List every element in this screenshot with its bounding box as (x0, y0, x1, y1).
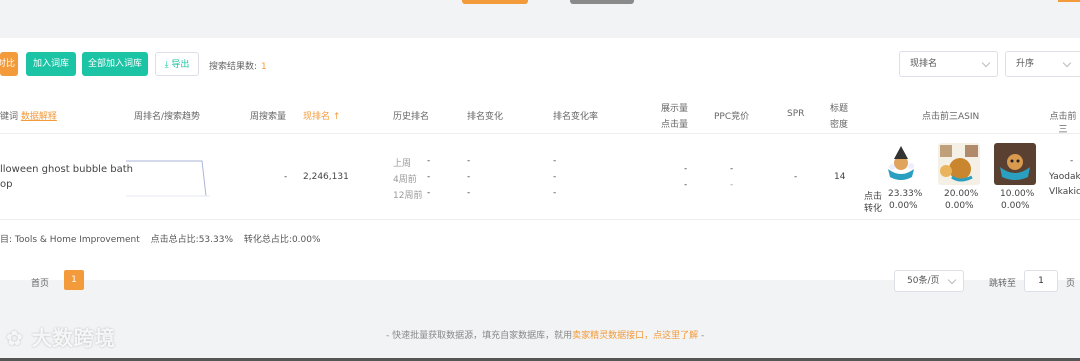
spr-value: - (794, 172, 798, 182)
page-1-button[interactable]: 1 (64, 270, 84, 290)
result-count-label: 搜索结果数: 1 (209, 62, 267, 72)
header-rank-change: 排名变化 (467, 112, 504, 122)
impressions-value: - (684, 164, 688, 174)
brand-name-2: Vlkakic (1049, 187, 1080, 197)
page-size-value: 50条/页 (907, 276, 940, 286)
rank-change-rate-value: - (553, 156, 557, 166)
first-page-link[interactable]: 首页 (31, 276, 49, 289)
keyword-line-2[interactable]: op (0, 179, 12, 190)
download-icon: ⤓ (164, 60, 169, 70)
top-orange-button[interactable] (462, 0, 528, 4)
header-top3-asin: 点击前三ASIN (922, 112, 980, 122)
history-label-12-weeks: 12周前 (393, 191, 423, 201)
data-explain-link[interactable]: 数据解释 (21, 112, 57, 122)
header-title-density-1: 标题 (830, 104, 849, 114)
rank-change-value: - (467, 188, 471, 198)
add-to-library-button[interactable]: 加入词库 (26, 52, 76, 76)
export-label: 导出 (171, 60, 190, 70)
compare-button[interactable]: 对比 (0, 52, 18, 76)
title-density-value: 14 (834, 172, 846, 182)
header-impressions: 展示量 (661, 104, 689, 114)
top-gray-button[interactable] (570, 0, 634, 4)
rank-change-rate-value: - (553, 188, 557, 198)
asin-2-image[interactable] (938, 143, 980, 185)
page-size-select[interactable]: 50条/页 (894, 270, 964, 292)
asin-2-click-share: 20.00% (944, 189, 979, 199)
sort-order-select[interactable]: 升序 (1005, 51, 1080, 77)
header-clicks: 点击量 (661, 120, 689, 130)
asin-3-click-share: 10.00% (1000, 189, 1035, 199)
watermark-text: 大数跨境 (31, 326, 116, 350)
chevron-down-icon (1062, 58, 1072, 68)
sort-field-value: 现排名 (910, 59, 938, 69)
rank-change-rate-value: - (553, 172, 557, 182)
brand-dash: - (1070, 156, 1074, 166)
header-history-rank: 历史排名 (393, 112, 430, 122)
history-value: - (427, 156, 431, 166)
asin-3-image[interactable] (994, 143, 1036, 185)
search-trend-sparkline (126, 160, 210, 197)
history-label-last-week: 上周 (393, 159, 412, 169)
rank-change-value: - (467, 172, 471, 182)
ppc-value: - (730, 164, 734, 174)
brand-name-1: Yaodak (1049, 172, 1080, 182)
sort-field-select[interactable]: 现排名 (899, 51, 998, 77)
asin-1-image[interactable] (880, 143, 922, 185)
history-value: - (427, 172, 431, 182)
header-week-search: 周搜索量 (250, 112, 287, 122)
clicks-value: - (684, 180, 688, 190)
api-promo-notice: - 快速批量获取数据源，填充自家数据库，就用卖家精灵数据接口，点这里了解 - (386, 331, 705, 341)
chevron-down-icon (947, 275, 957, 285)
category-text: 目: Tools & Home Improvement (0, 235, 140, 245)
header-keyword: 键词 数据解释 (0, 112, 57, 122)
watermark-icon: ✿ (6, 326, 24, 350)
header-current-rank[interactable]: 现排名 ↑ (303, 109, 340, 122)
header-ppc: PPC竞价 (714, 112, 750, 122)
conversion-label: 转化 (864, 204, 883, 214)
asin-1-click-share: 23.33% (888, 189, 923, 199)
api-promo-link[interactable]: 卖家精灵数据接口，点这里了解 (572, 331, 698, 341)
header-spr: SPR (787, 109, 805, 119)
current-rank-value: 2,246,131 (303, 172, 349, 182)
rank-change-value: - (467, 156, 471, 166)
header-week-rank-trend: 周排名/搜索趋势 (134, 112, 201, 122)
table-row[interactable]: lloween ghost bubble bath op - 2,246,131… (0, 134, 1080, 220)
table-header: 键词 数据解释 周排名/搜索趋势 周搜索量 现排名 ↑ 历史排名 排名变化 排名… (0, 96, 1080, 135)
click-total-text: 点击总占比:53.33% (150, 235, 234, 245)
conversion-total-text: 转化总占比:0.00% (243, 235, 321, 245)
sort-order-value: 升序 (1016, 59, 1035, 69)
ppc-value-2: - (730, 180, 734, 190)
watermark-logo: ✿ 大数跨境 (6, 322, 116, 351)
jump-to-label: 跳转至 (989, 279, 1017, 289)
header-rank-change-rate: 排名变化率 (553, 112, 599, 122)
header-top3-more: 点击前三 (1049, 112, 1077, 135)
result-count: 1 (261, 62, 267, 72)
asin-2-conversion-share: 0.00% (945, 201, 974, 211)
export-button[interactable]: ⤓ 导出 (155, 52, 199, 76)
summary-stats: 目: Tools & Home Improvement 点击总占比:53.33%… (0, 232, 321, 245)
history-value: - (427, 188, 431, 198)
jump-page-input[interactable]: 1 (1024, 270, 1058, 292)
chevron-down-icon (981, 58, 991, 68)
header-title-density-2: 密度 (830, 120, 849, 130)
history-label-4-weeks: 4周前 (393, 175, 417, 185)
week-search-value: - (284, 172, 288, 182)
keyword-line-1[interactable]: lloween ghost bubble bath (0, 164, 133, 175)
asin-1-conversion-share: 0.00% (889, 201, 918, 211)
page-unit-label: 页 (1066, 279, 1076, 289)
top-right-button[interactable] (1058, 0, 1080, 2)
top-bar (0, 0, 1080, 24)
add-all-to-library-button[interactable]: 全部加入词库 (82, 52, 148, 76)
asin-3-conversion-share: 0.00% (1001, 201, 1030, 211)
